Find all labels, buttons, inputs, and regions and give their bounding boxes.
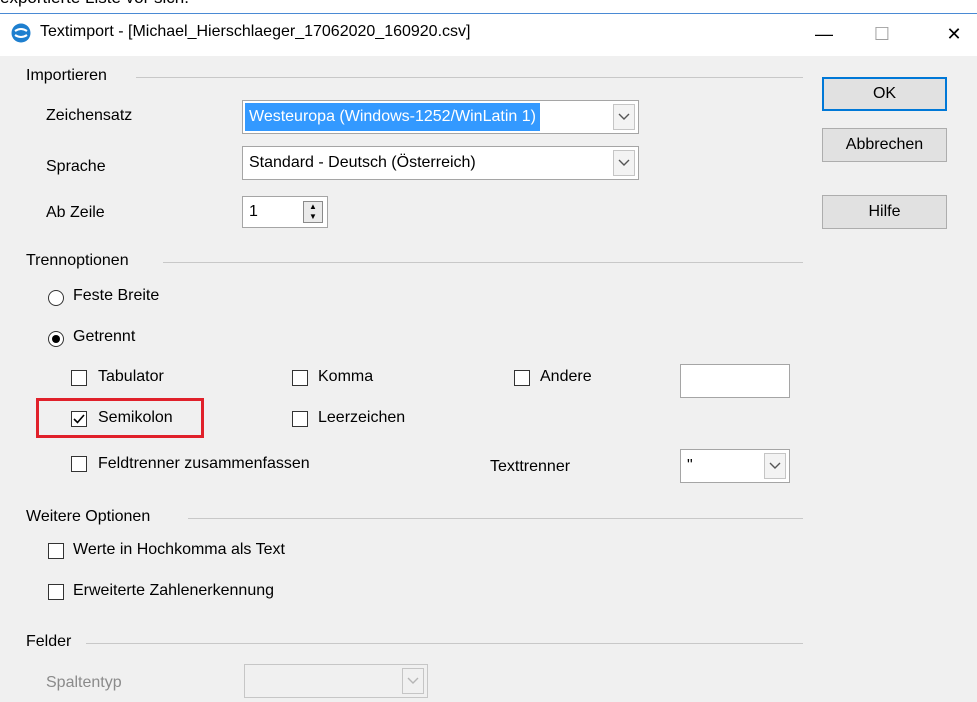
- chevron-down-icon: [613, 150, 635, 176]
- tabulator-checkbox[interactable]: [71, 370, 87, 386]
- group-divider: [163, 262, 803, 263]
- close-button[interactable]: ✕: [931, 18, 977, 50]
- spaltentyp-select[interactable]: [244, 664, 428, 698]
- libreoffice-app-icon: [11, 23, 31, 43]
- annotation-highlight-box: [36, 398, 204, 438]
- texttrenner-label: Texttrenner: [490, 458, 571, 475]
- group-weitere-optionen: Weitere Optionen: [26, 508, 151, 525]
- chevron-down-icon: [402, 668, 424, 694]
- leerzeichen-label: Leerzeichen: [318, 409, 406, 426]
- komma-label: Komma: [318, 368, 374, 385]
- feste-breite-radio[interactable]: [48, 290, 64, 306]
- background-document-text: exportierte Liste vor sich.: [0, 0, 189, 8]
- group-trennoptionen: Trennoptionen: [26, 252, 129, 269]
- hilfe-button[interactable]: Hilfe: [822, 195, 947, 229]
- leerzeichen-checkbox[interactable]: [292, 411, 308, 427]
- hochkomma-checkbox[interactable]: [48, 543, 64, 559]
- zahlenerkennung-label: Erweiterte Zahlenerkennung: [73, 582, 275, 599]
- chevron-down-icon: [764, 453, 786, 479]
- ab-zeile-value: 1: [249, 203, 258, 220]
- spin-buttons[interactable]: ▲ ▼: [303, 201, 323, 223]
- ab-zeile-spinner[interactable]: 1 ▲ ▼: [242, 196, 328, 228]
- zahlenerkennung-checkbox[interactable]: [48, 584, 64, 600]
- andere-label: Andere: [540, 368, 592, 385]
- texttrenner-select[interactable]: ": [680, 449, 790, 483]
- group-divider: [86, 643, 803, 644]
- getrennt-radio[interactable]: [48, 331, 64, 347]
- group-felder: Felder: [26, 633, 72, 650]
- texttrenner-value: ": [687, 457, 693, 474]
- komma-checkbox[interactable]: [292, 370, 308, 386]
- sprache-value: Standard - Deutsch (Österreich): [249, 154, 476, 171]
- group-divider: [136, 77, 803, 78]
- andere-input[interactable]: [680, 364, 790, 398]
- group-importieren: Importieren: [26, 67, 107, 84]
- andere-checkbox[interactable]: [514, 370, 530, 386]
- tabulator-label: Tabulator: [98, 368, 164, 385]
- abbrechen-button[interactable]: Abbrechen: [822, 128, 947, 162]
- sprache-label: Sprache: [46, 158, 106, 175]
- group-divider: [188, 518, 803, 519]
- chevron-down-icon: [613, 104, 635, 130]
- window-title: Textimport - [Michael_Hierschlaeger_1706…: [40, 23, 471, 40]
- sprache-select[interactable]: Standard - Deutsch (Österreich): [242, 146, 639, 180]
- feste-breite-label: Feste Breite: [73, 287, 160, 304]
- getrennt-label: Getrennt: [73, 328, 136, 345]
- zeichensatz-label: Zeichensatz: [46, 107, 133, 124]
- feldtrenner-label: Feldtrenner zusammenfassen: [98, 455, 310, 472]
- hochkomma-label: Werte in Hochkomma als Text: [73, 541, 285, 558]
- ab-zeile-label: Ab Zeile: [46, 204, 105, 221]
- zeichensatz-select[interactable]: Westeuropa (Windows-1252/WinLatin 1): [242, 100, 639, 134]
- maximize-button[interactable]: ☐: [859, 18, 905, 50]
- spaltentyp-label: Spaltentyp: [46, 674, 122, 691]
- zeichensatz-value: Westeuropa (Windows-1252/WinLatin 1): [245, 103, 540, 131]
- minimize-button[interactable]: —: [801, 18, 847, 50]
- ok-button[interactable]: OK: [822, 77, 947, 111]
- feldtrenner-checkbox[interactable]: [71, 456, 87, 472]
